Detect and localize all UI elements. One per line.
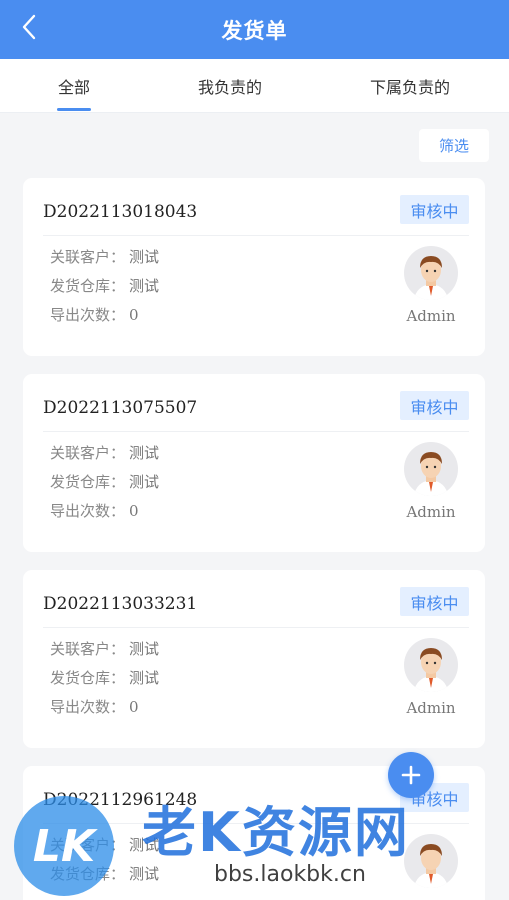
customer-value: 测试 bbox=[129, 444, 160, 462]
exports-label: 导出次数： bbox=[50, 698, 126, 716]
warehouse-row: 发货仓库： 测试 bbox=[50, 863, 159, 884]
warehouse-label: 发货仓库： bbox=[50, 277, 126, 295]
customer-row: 关联客户： 测试 bbox=[50, 246, 159, 267]
filter-button[interactable]: 筛选 bbox=[419, 129, 489, 162]
plus-icon bbox=[401, 765, 421, 785]
app-header: 发货单 bbox=[0, 0, 509, 59]
divider bbox=[43, 627, 469, 628]
avatar bbox=[404, 442, 458, 496]
customer-row: 关联客户： 测试 bbox=[50, 442, 159, 463]
chevron-left-icon bbox=[22, 14, 36, 40]
warehouse-value: 测试 bbox=[129, 669, 160, 687]
order-number: D2022113075507 bbox=[43, 398, 198, 418]
exports-row: 导出次数： 0 bbox=[50, 696, 139, 717]
tab-all[interactable]: 全部 bbox=[38, 59, 110, 113]
warehouse-label: 发货仓库： bbox=[50, 865, 126, 883]
customer-label: 关联客户： bbox=[50, 248, 126, 266]
order-number: D2022113018043 bbox=[43, 202, 198, 222]
warehouse-label: 发货仓库： bbox=[50, 669, 126, 687]
customer-value: 测试 bbox=[129, 248, 160, 266]
warehouse-value: 测试 bbox=[129, 473, 160, 491]
exports-row: 导出次数： 0 bbox=[50, 500, 139, 521]
customer-row: 关联客户： 测试 bbox=[50, 834, 159, 855]
tab-bar: 全部 我负责的 下属负责的 bbox=[0, 59, 509, 113]
customer-label: 关联客户： bbox=[50, 444, 126, 462]
divider bbox=[43, 823, 469, 824]
user-avatar-icon bbox=[414, 452, 448, 496]
warehouse-row: 发货仓库： 测试 bbox=[50, 471, 159, 492]
exports-label: 导出次数： bbox=[50, 306, 126, 324]
divider bbox=[43, 431, 469, 432]
order-number: D2022113033231 bbox=[43, 594, 198, 614]
avatar bbox=[404, 246, 458, 300]
user-avatar-icon bbox=[414, 844, 448, 888]
user-avatar-icon bbox=[414, 256, 448, 300]
tab-subordinates[interactable]: 下属负责的 bbox=[360, 59, 460, 113]
back-button[interactable] bbox=[14, 12, 44, 42]
warehouse-value: 测试 bbox=[129, 865, 160, 883]
customer-label: 关联客户： bbox=[50, 836, 126, 854]
warehouse-value: 测试 bbox=[129, 277, 160, 295]
exports-row: 导出次数： 0 bbox=[50, 304, 139, 325]
avatar bbox=[404, 638, 458, 692]
user-avatar-icon bbox=[414, 648, 448, 692]
exports-value: 0 bbox=[129, 306, 139, 324]
warehouse-label: 发货仓库： bbox=[50, 473, 126, 491]
exports-value: 0 bbox=[129, 502, 139, 520]
order-number: D2022112961248 bbox=[43, 790, 198, 810]
divider bbox=[43, 235, 469, 236]
tab-mine[interactable]: 我负责的 bbox=[188, 59, 272, 113]
customer-value: 测试 bbox=[129, 640, 160, 658]
customer-label: 关联客户： bbox=[50, 640, 126, 658]
avatar bbox=[404, 834, 458, 888]
order-card[interactable]: D2022113018043 审核中 关联客户： 测试 发货仓库： 测试 导出次数：… bbox=[23, 178, 485, 356]
page-title: 发货单 bbox=[221, 18, 288, 43]
warehouse-row: 发货仓库： 测试 bbox=[50, 275, 159, 296]
exports-label: 导出次数： bbox=[50, 502, 126, 520]
warehouse-row: 发货仓库： 测试 bbox=[50, 667, 159, 688]
add-order-button[interactable] bbox=[388, 752, 434, 798]
status-badge: 审核中 bbox=[400, 195, 469, 224]
owner-name: Admin bbox=[406, 307, 456, 325]
owner-name: Admin bbox=[406, 503, 456, 521]
status-badge: 审核中 bbox=[400, 587, 469, 616]
order-card[interactable]: D2022113075507 审核中 关联客户： 测试 发货仓库： 测试 导出次数：… bbox=[23, 374, 485, 552]
order-card[interactable]: D2022113033231 审核中 关联客户： 测试 发货仓库： 测试 导出次数：… bbox=[23, 570, 485, 748]
exports-value: 0 bbox=[129, 698, 139, 716]
status-badge: 审核中 bbox=[400, 391, 469, 420]
customer-value: 测试 bbox=[129, 836, 160, 854]
owner-name: Admin bbox=[406, 699, 456, 717]
customer-row: 关联客户： 测试 bbox=[50, 638, 159, 659]
